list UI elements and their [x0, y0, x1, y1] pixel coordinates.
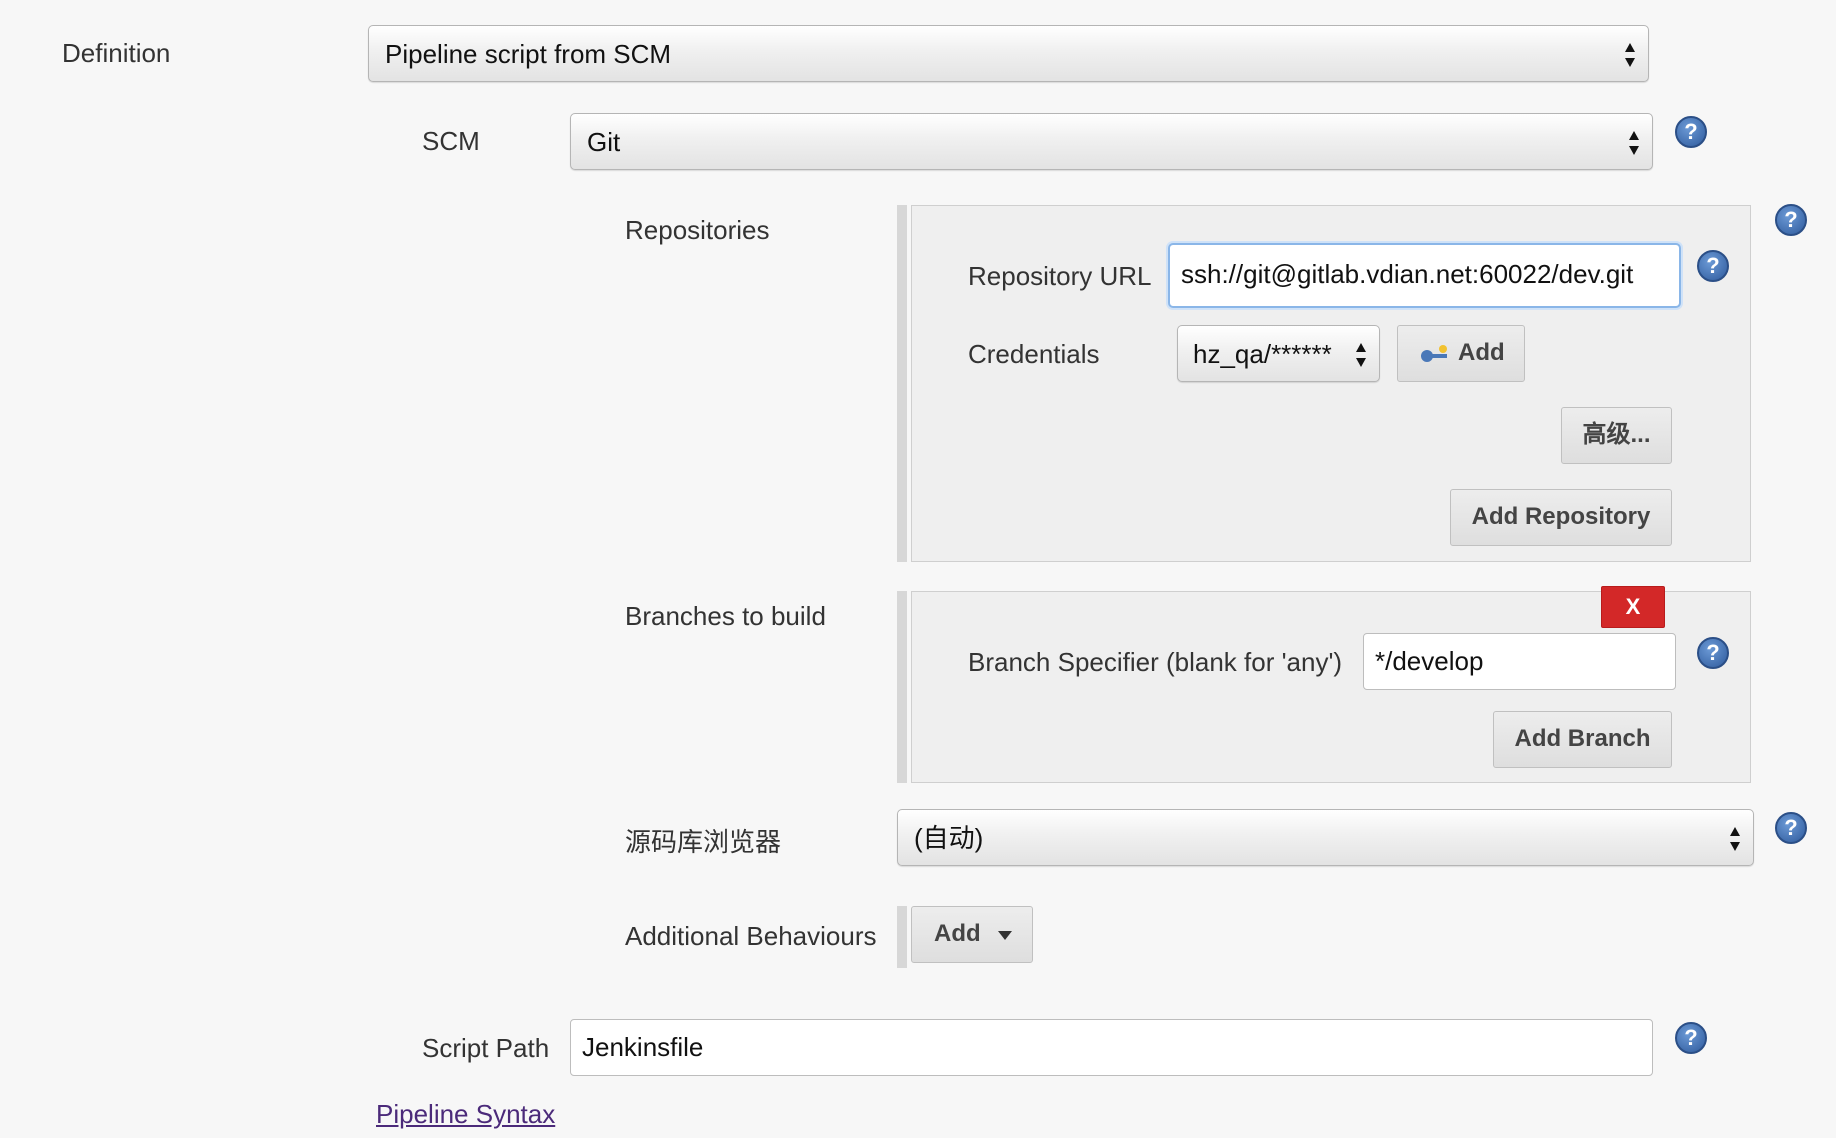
- add-behaviour-button[interactable]: Add: [911, 906, 1033, 963]
- add-credentials-button[interactable]: Add: [1397, 325, 1525, 382]
- script-path-help-icon[interactable]: [1675, 1022, 1707, 1054]
- behaviours-label: Additional Behaviours: [625, 921, 877, 951]
- scm-help-icon[interactable]: [1675, 116, 1707, 148]
- updown-arrows-icon: [1356, 343, 1366, 367]
- repositories-label: Repositories: [625, 215, 770, 245]
- browser-help-icon[interactable]: [1775, 812, 1807, 844]
- advanced-button[interactable]: 高级...: [1561, 407, 1672, 464]
- definition-select-value: Pipeline script from SCM: [385, 39, 672, 69]
- scm-select[interactable]: Git: [570, 113, 1653, 170]
- browser-select-value: (自动): [914, 823, 984, 853]
- script-path-label: Script Path: [422, 1033, 550, 1063]
- branch-specifier-help-icon[interactable]: [1697, 637, 1729, 669]
- updown-arrows-icon: [1629, 131, 1639, 155]
- repository-url-help-icon[interactable]: [1697, 250, 1729, 282]
- updown-arrows-icon: [1730, 827, 1740, 851]
- add-behaviour-label: Add: [934, 920, 981, 947]
- definition-label: Definition: [62, 38, 171, 68]
- key-icon: [1421, 345, 1447, 362]
- credentials-label: Credentials: [968, 339, 1100, 369]
- add-branch-button[interactable]: Add Branch: [1493, 711, 1672, 768]
- repository-url-label: Repository URL: [968, 261, 1152, 291]
- caret-down-icon: [998, 931, 1012, 940]
- credentials-select-value: hz_qa/******: [1193, 339, 1332, 369]
- browser-label: 源码库浏览器: [625, 827, 782, 857]
- add-credentials-label: Add: [1458, 339, 1505, 366]
- branches-sidebar: [897, 591, 907, 783]
- repository-url-input[interactable]: ssh://git@gitlab.vdian.net:60022/dev.git: [1168, 243, 1681, 308]
- scm-select-value: Git: [587, 127, 621, 157]
- script-path-input[interactable]: Jenkinsfile: [570, 1019, 1653, 1076]
- scm-label: SCM: [422, 126, 480, 156]
- behaviours-sidebar: [897, 906, 907, 968]
- add-repository-button[interactable]: Add Repository: [1450, 489, 1672, 546]
- branches-label: Branches to build: [625, 601, 826, 631]
- updown-arrows-icon: [1625, 43, 1635, 67]
- branch-specifier-label: Branch Specifier (blank for 'any'): [968, 647, 1343, 677]
- delete-branch-button[interactable]: X: [1601, 586, 1665, 628]
- definition-select[interactable]: Pipeline script from SCM: [368, 25, 1649, 82]
- repositories-sidebar: [897, 205, 907, 562]
- branch-specifier-input[interactable]: */develop: [1363, 633, 1676, 690]
- pipeline-syntax-link[interactable]: Pipeline Syntax: [376, 1099, 555, 1130]
- browser-select[interactable]: (自动): [897, 809, 1754, 866]
- credentials-select[interactable]: hz_qa/******: [1177, 325, 1380, 382]
- repositories-help-icon[interactable]: [1775, 204, 1807, 236]
